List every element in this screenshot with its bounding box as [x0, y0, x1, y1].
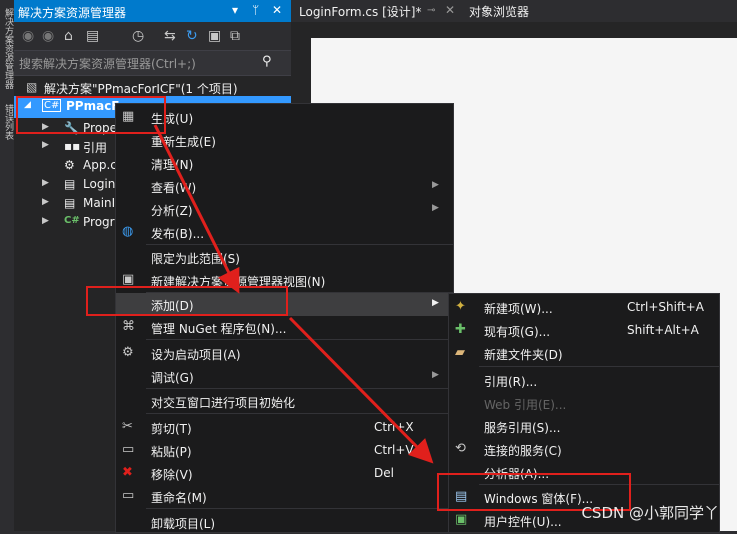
arrow-to-windows-form	[288, 316, 434, 464]
annotation-arrows	[153, 124, 434, 464]
arrow-to-add	[153, 124, 240, 294]
watermark-text: CSDN @小郭同学丫	[581, 504, 719, 522]
